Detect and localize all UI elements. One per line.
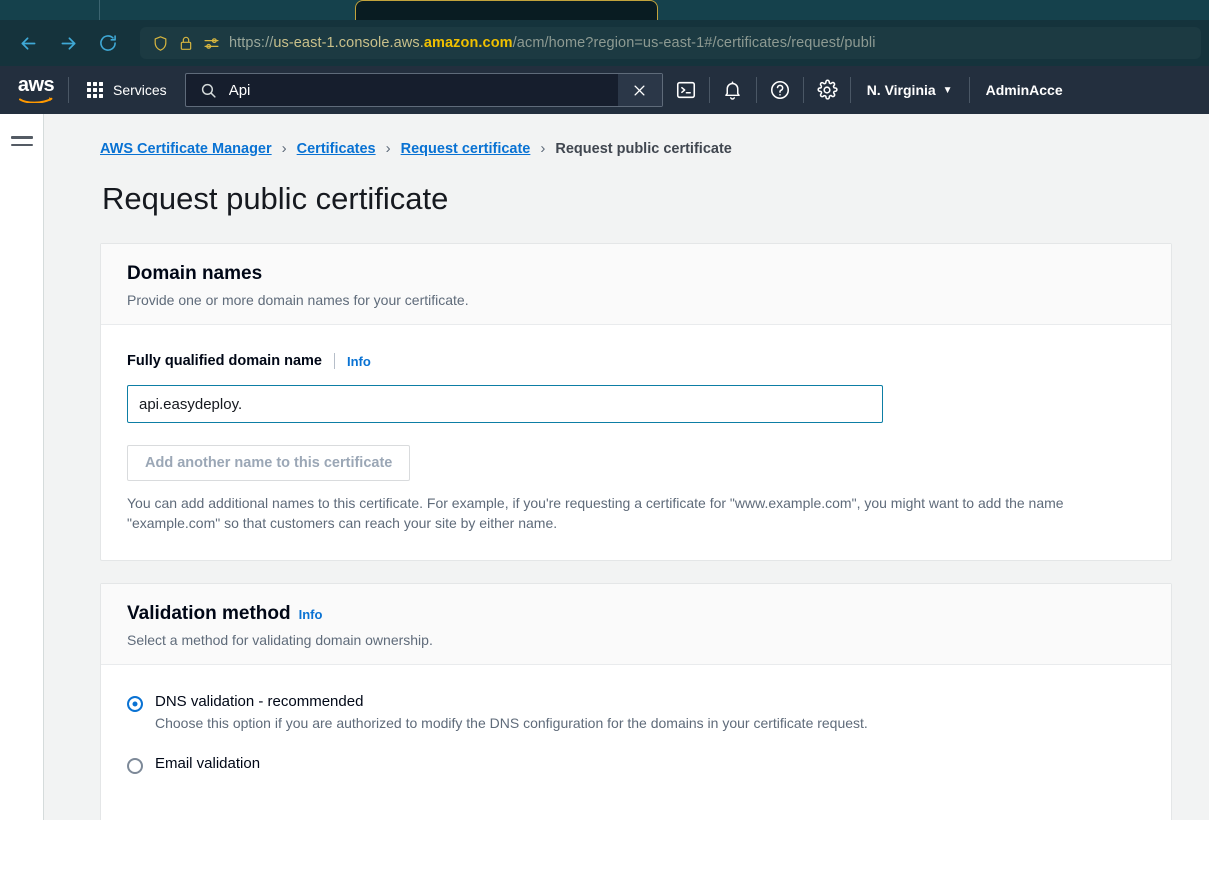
search-icon [200, 82, 217, 99]
domain-names-card-body: Fully qualified domain name Info Add ano… [101, 325, 1171, 560]
account-menu[interactable]: AdminAcce [970, 66, 1079, 114]
breadcrumb-item-certificates[interactable]: Certificates [297, 141, 376, 157]
permissions-icon[interactable] [203, 35, 220, 52]
validation-method-card-header: Validation method Info Select a method fo… [101, 584, 1171, 665]
aws-logo[interactable]: aws [0, 77, 68, 103]
shield-icon [152, 35, 169, 52]
tab-strip [0, 0, 1209, 20]
aws-top-navigation: aws Services [0, 66, 1209, 114]
hamburger-menu-icon[interactable] [11, 136, 33, 820]
validation-method-title: Validation method Info [127, 603, 1145, 625]
url-scheme: https:// [229, 35, 273, 51]
account-label: AdminAcce [986, 82, 1063, 98]
region-label: N. Virginia [867, 82, 936, 98]
domain-names-card-header: Domain names Provide one or more domain … [101, 244, 1171, 325]
url-text: https://us-east-1.console.aws.amazon.com… [229, 35, 876, 51]
domain-names-title: Domain names [127, 263, 1145, 285]
label-divider [334, 353, 335, 369]
aws-logo-smile-icon [19, 95, 53, 103]
radio-option-email-validation[interactable]: Email validation [127, 755, 1145, 774]
radio-dns-validation-label: DNS validation - recommended [155, 693, 868, 710]
forward-button[interactable] [48, 26, 88, 60]
aws-logo-wordmark: aws [18, 77, 54, 94]
breadcrumb-item-acm[interactable]: AWS Certificate Manager [100, 141, 272, 157]
domain-names-card: Domain names Provide one or more domain … [100, 243, 1172, 561]
domain-names-description: Provide one or more domain names for you… [127, 292, 1145, 308]
notifications-button[interactable] [710, 66, 756, 114]
url-host: us-east-1.console.aws. [273, 35, 424, 51]
breadcrumb-separator-icon: › [540, 140, 545, 157]
active-browser-tab[interactable] [355, 0, 658, 20]
validation-method-info-link[interactable]: Info [299, 607, 323, 622]
breadcrumb-item-current: Request public certificate [555, 141, 731, 157]
add-name-help-text: You can add additional names to this cer… [127, 493, 1137, 534]
radio-dns-validation-description: Choose this option if you are authorized… [155, 714, 868, 734]
global-search-box[interactable] [185, 73, 663, 107]
breadcrumb: AWS Certificate Manager › Certificates ›… [100, 140, 1209, 157]
grid-icon [87, 82, 103, 98]
url-path: /acm/home?region=us-east-1#/certificates… [513, 35, 876, 51]
radio-email-validation-label: Email validation [155, 755, 260, 772]
fqdn-label: Fully qualified domain name [127, 353, 322, 369]
fqdn-input[interactable] [127, 385, 883, 423]
address-bar[interactable]: https://us-east-1.console.aws.amazon.com… [140, 27, 1201, 59]
lock-icon [178, 35, 194, 51]
page-title: Request public certificate [102, 181, 1209, 217]
left-sidebar-rail [0, 114, 44, 820]
services-label: Services [113, 82, 167, 98]
breadcrumb-separator-icon: › [386, 140, 391, 157]
browser-chrome: https://us-east-1.console.aws.amazon.com… [0, 0, 1209, 66]
validation-method-card-body: DNS validation - recommended Choose this… [101, 665, 1171, 820]
page-body: AWS Certificate Manager › Certificates ›… [0, 114, 1209, 820]
radio-email-validation-icon[interactable] [127, 758, 143, 774]
validation-method-card: Validation method Info Select a method fo… [100, 583, 1172, 820]
help-button[interactable] [757, 66, 803, 114]
region-selector[interactable]: N. Virginia ▼ [851, 66, 969, 114]
search-input[interactable] [229, 82, 618, 99]
add-another-name-button[interactable]: Add another name to this certificate [127, 445, 410, 481]
breadcrumb-separator-icon: › [282, 140, 287, 157]
browser-nav-toolbar: https://us-east-1.console.aws.amazon.com… [0, 20, 1209, 66]
search-clear-button[interactable] [618, 74, 662, 106]
chevron-down-icon: ▼ [943, 85, 953, 96]
breadcrumb-item-request-certificate[interactable]: Request certificate [401, 141, 531, 157]
validation-method-title-text: Validation method [127, 603, 291, 624]
validation-method-description: Select a method for validating domain ow… [127, 632, 1145, 648]
services-menu-button[interactable]: Services [69, 66, 181, 114]
tab-strip-left-pad [0, 0, 100, 20]
radio-option-dns-validation[interactable]: DNS validation - recommended Choose this… [127, 693, 1145, 734]
settings-gear-button[interactable] [804, 66, 850, 114]
cloudshell-button[interactable] [663, 66, 709, 114]
fqdn-info-link[interactable]: Info [347, 354, 371, 369]
radio-dns-validation-icon[interactable] [127, 696, 143, 712]
url-domain: amazon.com [424, 35, 513, 51]
main-content: AWS Certificate Manager › Certificates ›… [44, 114, 1209, 820]
back-button[interactable] [8, 26, 48, 60]
reload-button[interactable] [88, 26, 128, 60]
fqdn-label-row: Fully qualified domain name Info [127, 353, 1145, 369]
